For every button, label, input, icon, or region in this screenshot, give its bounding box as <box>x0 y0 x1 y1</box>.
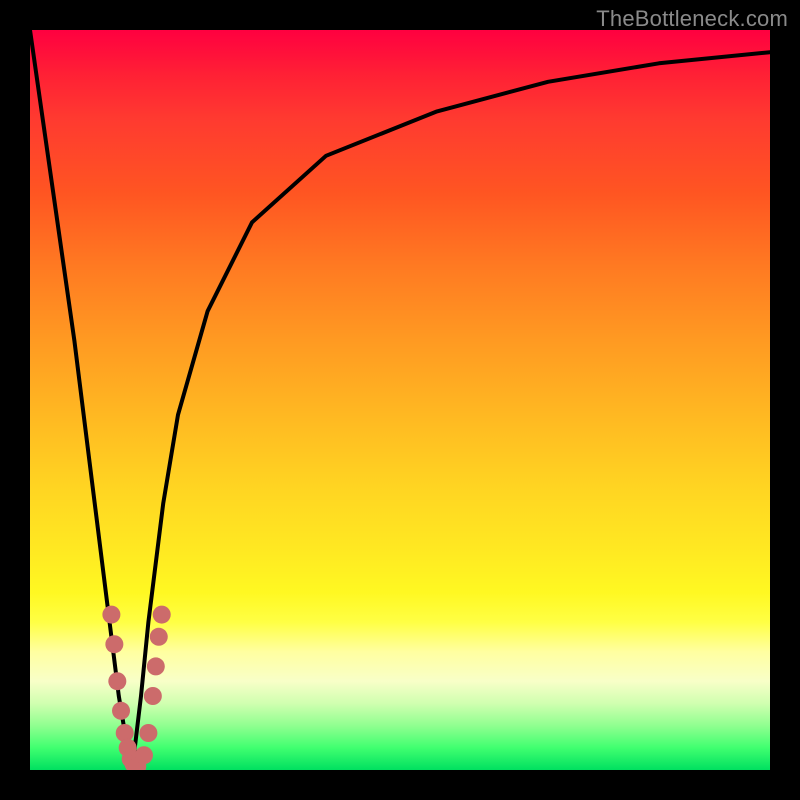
data-point <box>116 724 134 742</box>
data-point <box>153 606 171 624</box>
chart-frame: TheBottleneck.com <box>0 0 800 800</box>
chart-svg <box>30 30 770 770</box>
data-point <box>144 687 162 705</box>
curve-group <box>30 30 770 770</box>
series-left-branch <box>30 30 132 770</box>
data-point <box>105 635 123 653</box>
plot-area <box>30 30 770 770</box>
series-right-branch <box>132 52 770 770</box>
data-point <box>112 702 130 720</box>
data-point <box>102 606 120 624</box>
data-point <box>147 657 165 675</box>
data-point <box>135 746 153 764</box>
data-point <box>108 672 126 690</box>
data-point <box>139 724 157 742</box>
watermark-text: TheBottleneck.com <box>596 6 788 32</box>
data-point <box>150 628 168 646</box>
